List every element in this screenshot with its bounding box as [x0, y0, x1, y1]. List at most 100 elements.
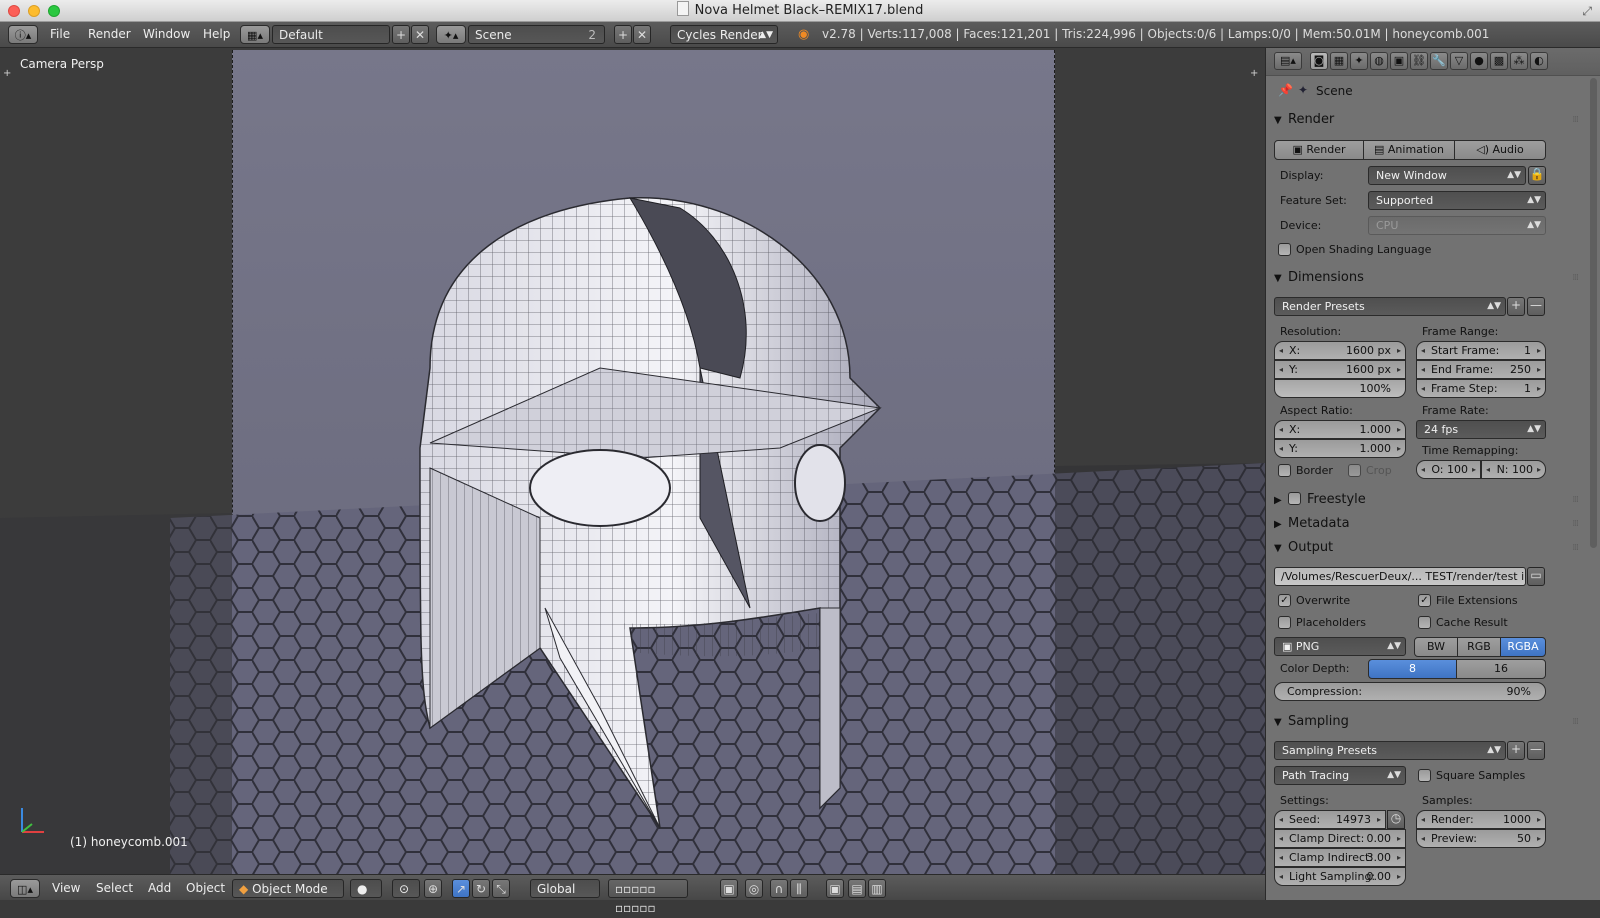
- scale-manipulator-button[interactable]: ⤡: [492, 879, 510, 898]
- resolution-y-field[interactable]: ◂ Y: 1600 px ▸: [1274, 360, 1406, 379]
- output-path-field[interactable]: /Volumes/RescuerDeux/... TEST/render/tes…: [1274, 567, 1526, 586]
- resolution-percentage-field[interactable]: 100%: [1274, 379, 1406, 398]
- aspect-y-field[interactable]: ◂ Y: 1.000 ▸: [1274, 439, 1406, 458]
- texture-context-icon[interactable]: ▩: [1490, 52, 1508, 70]
- add-screen-button[interactable]: +: [392, 25, 410, 44]
- menu-view[interactable]: View: [52, 879, 80, 898]
- browse-folder-button[interactable]: ▭: [1527, 567, 1545, 586]
- delete-screen-button[interactable]: ✕: [411, 25, 429, 44]
- color-mode-rgb-button[interactable]: RGB: [1457, 637, 1501, 657]
- mode-select[interactable]: ◆ Object Mode: [232, 879, 344, 898]
- time-remap-old-field[interactable]: ◂ O: 100 ▸: [1416, 460, 1481, 479]
- render-audio-button[interactable]: ◁) Audio: [1454, 140, 1546, 160]
- menu-add[interactable]: Add: [148, 879, 171, 898]
- render-engine-select[interactable]: Cycles Render ▲▼: [670, 25, 778, 44]
- pivot-point-select[interactable]: ⊙: [392, 879, 420, 898]
- cache-result-checkbox[interactable]: [1418, 616, 1431, 629]
- animated-seed-button[interactable]: ◷: [1387, 810, 1405, 829]
- render-still-button[interactable]: ▣ Render: [1274, 140, 1364, 160]
- material-context-icon[interactable]: ●: [1470, 52, 1488, 70]
- square-samples-checkbox[interactable]: [1418, 769, 1431, 782]
- render-animation-button[interactable]: ▤ Animation: [1363, 140, 1455, 160]
- panel-grip-icon[interactable]: ⁞⁞⁞: [1572, 115, 1579, 125]
- render-camera-button[interactable]: ▥: [868, 879, 886, 898]
- display-select[interactable]: New Window ▲▼: [1368, 166, 1526, 185]
- menu-render[interactable]: Render: [88, 25, 131, 44]
- delete-scene-button[interactable]: ✕: [633, 25, 651, 44]
- color-mode-rgba-button[interactable]: RGBA: [1500, 637, 1546, 657]
- 3d-viewport[interactable]: Camera Persp (1) honeycomb.001 + +: [0, 48, 1265, 874]
- snap-toggle-button[interactable]: ∩: [770, 879, 788, 898]
- modifiers-context-icon[interactable]: 🔧: [1430, 52, 1448, 70]
- viewport-shading-select[interactable]: ●: [350, 879, 382, 898]
- sampling-presets-select[interactable]: Sampling Presets ▲▼: [1274, 741, 1506, 760]
- translate-manipulator-button[interactable]: ↗: [452, 879, 470, 898]
- render-layers-context-icon[interactable]: ▦: [1330, 52, 1348, 70]
- pin-icon[interactable]: 📌: [1278, 83, 1293, 97]
- end-frame-field[interactable]: ◂ End Frame: 250 ▸: [1416, 360, 1546, 379]
- color-depth-16-button[interactable]: 16: [1456, 659, 1546, 679]
- properties-scrollbar[interactable]: [1590, 78, 1597, 548]
- crop-checkbox[interactable]: [1348, 464, 1361, 477]
- panel-grip-icon[interactable]: ⁞⁞⁞: [1572, 495, 1579, 505]
- frame-step-field[interactable]: ◂ Frame Step: 1 ▸: [1416, 379, 1546, 398]
- data-context-icon[interactable]: ▽: [1450, 52, 1468, 70]
- layers-grid[interactable]: ▫▫▫▫▫ ▫▫▫▫▫: [608, 879, 688, 915]
- editor-type-3dview-button[interactable]: ◫▴: [10, 879, 40, 898]
- opengl-animation-button[interactable]: ▤: [848, 879, 866, 898]
- resolution-x-field[interactable]: ◂ X: 1600 px ▸: [1274, 341, 1406, 360]
- region-expand-left-icon[interactable]: +: [3, 68, 11, 79]
- panel-grip-icon[interactable]: ⁞⁞⁞: [1572, 273, 1579, 283]
- render-presets-select[interactable]: Render Presets ▲▼: [1274, 297, 1506, 316]
- panel-grip-icon[interactable]: ⁞⁞⁞: [1572, 543, 1579, 553]
- color-depth-8-button[interactable]: 8: [1368, 659, 1457, 679]
- add-preset-button[interactable]: +: [1507, 297, 1525, 316]
- start-frame-field[interactable]: ◂ Start Frame: 1 ▸: [1416, 341, 1546, 360]
- output-panel-header[interactable]: ▼ Output: [1274, 537, 1584, 559]
- clamp-indirect-field[interactable]: ◂ Clamp Indirect: 3.00 ▸: [1274, 848, 1406, 867]
- osl-checkbox[interactable]: [1278, 243, 1291, 256]
- light-sampling-field[interactable]: ◂ Light Sampling: 0.00 ▸: [1274, 867, 1406, 886]
- remove-sampling-preset-button[interactable]: —: [1527, 741, 1545, 760]
- scene-selector[interactable]: ✦▴: [436, 25, 466, 44]
- placeholders-checkbox[interactable]: [1278, 616, 1291, 629]
- frame-rate-select[interactable]: 24 fps ▲▼: [1416, 420, 1546, 439]
- compression-slider[interactable]: Compression: 90%: [1274, 682, 1546, 701]
- manipulator-toggle[interactable]: ⊕: [424, 879, 442, 898]
- region-expand-right-icon[interactable]: +: [1250, 68, 1258, 79]
- preview-samples-field[interactable]: ◂ Preview: 50 ▸: [1416, 829, 1546, 848]
- device-select[interactable]: CPU ▲▼: [1368, 216, 1546, 235]
- scene-context-icon[interactable]: ✦: [1350, 52, 1368, 70]
- constraints-context-icon[interactable]: ⛓: [1410, 52, 1428, 70]
- render-samples-field[interactable]: ◂ Render: 1000 ▸: [1416, 810, 1546, 829]
- aspect-x-field[interactable]: ◂ X: 1.000 ▸: [1274, 420, 1406, 439]
- integrator-select[interactable]: Path Tracing ▲▼: [1274, 766, 1406, 785]
- menu-window[interactable]: Window: [143, 25, 190, 44]
- add-scene-button[interactable]: +: [614, 25, 632, 44]
- menu-file[interactable]: File: [50, 25, 70, 44]
- menu-select[interactable]: Select: [96, 879, 133, 898]
- color-mode-bw-button[interactable]: BW: [1414, 637, 1458, 657]
- lock-layers-button[interactable]: ▣: [720, 879, 738, 898]
- editor-type-properties-button[interactable]: ▤▴: [1274, 52, 1302, 70]
- overwrite-checkbox[interactable]: ✓: [1278, 594, 1291, 607]
- render-panel-header[interactable]: ▼ Render: [1274, 109, 1584, 131]
- feature-set-select[interactable]: Supported ▲▼: [1368, 191, 1546, 210]
- opengl-render-button[interactable]: ▣: [826, 879, 844, 898]
- freestyle-checkbox[interactable]: [1288, 492, 1301, 505]
- world-context-icon[interactable]: ◍: [1370, 52, 1388, 70]
- menu-object[interactable]: Object: [186, 879, 225, 898]
- clamp-direct-field[interactable]: ◂ Clamp Direct: 0.00 ▸: [1274, 829, 1406, 848]
- render-context-icon[interactable]: ◙: [1310, 52, 1328, 70]
- screen-layout-selector[interactable]: ▦▴: [240, 25, 270, 44]
- scene-field[interactable]: Scene 2: [468, 25, 605, 44]
- time-remap-new-field[interactable]: ◂ N: 100 ▸: [1481, 460, 1546, 479]
- fullscreen-icon[interactable]: ⤢: [1582, 4, 1592, 19]
- menu-help[interactable]: Help: [203, 25, 230, 44]
- proportional-edit-button[interactable]: ◎: [745, 879, 763, 898]
- transform-orientation-select[interactable]: Global: [530, 879, 600, 898]
- metadata-panel-header[interactable]: ▶ Metadata: [1274, 513, 1584, 535]
- seed-field[interactable]: ◂ Seed: 14973 ▸: [1274, 810, 1386, 829]
- dimensions-panel-header[interactable]: ▼ Dimensions: [1274, 267, 1584, 289]
- freestyle-panel-header[interactable]: ▶ Freestyle: [1274, 489, 1584, 511]
